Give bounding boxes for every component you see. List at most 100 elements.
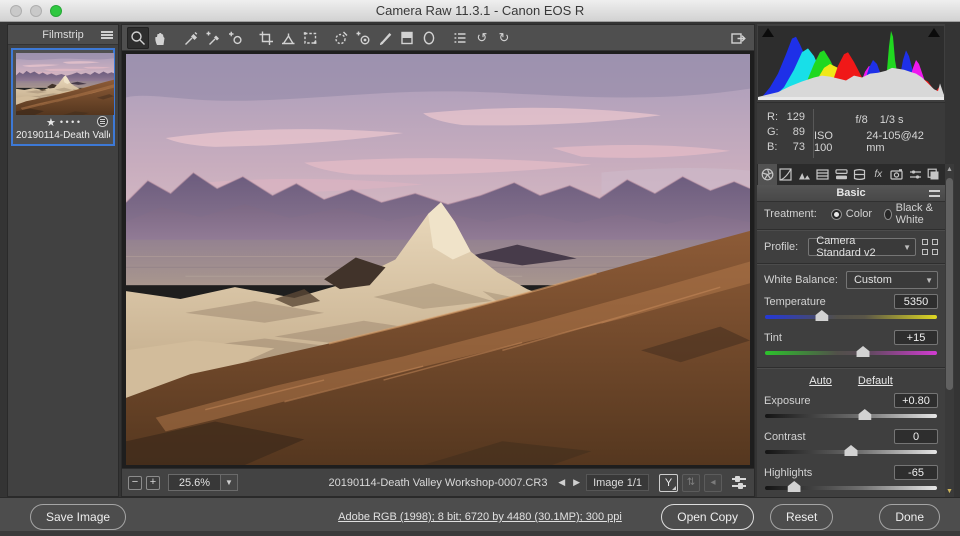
reset-button[interactable]: Reset [769,504,834,530]
shutter-value: 1/3 s [879,113,904,126]
tab-snapshots[interactable] [925,164,944,185]
tab-basic[interactable] [758,164,777,185]
panel-tabs: fx [757,164,945,185]
radial-filter-tool-icon[interactable] [418,27,440,49]
graduated-filter-tool-icon[interactable] [396,27,418,49]
white-balance-select[interactable]: Custom ▼ [845,271,938,289]
scroll-up-icon[interactable]: ▲ [945,166,954,173]
slider-track[interactable] [765,346,937,357]
tab-lens-corrections[interactable] [851,164,870,185]
thumbnail-caption: 20190114-Death Valle... [16,130,110,141]
title-bar[interactable]: Camera Raw 11.3.1 - Canon EOS R [0,0,960,22]
rating-row[interactable]: ★ • • • • [16,115,110,129]
zoom-in-button[interactable]: + [146,475,160,490]
contrast-slider: Contrast 0 [757,427,945,463]
copy-settings-button: ◂ [704,473,722,492]
minimize-window-icon [30,5,42,17]
slider-track[interactable] [765,310,937,321]
panel-menu-icon[interactable] [929,190,940,197]
previous-image-button[interactable]: ◀ [556,477,567,488]
treatment-label: Treatment: [764,208,817,220]
footer-bar: Save Image Adobe RGB (1998); 8 bit; 6720… [0,497,960,536]
close-window-icon [10,5,22,17]
slider-thumb[interactable] [787,481,801,492]
before-after-toggle-button[interactable]: Y [659,473,678,492]
done-button[interactable]: Done [879,504,940,530]
tab-tone-curve[interactable] [777,164,796,185]
chevron-down-icon: ▼ [925,275,933,285]
radio-off-icon[interactable] [884,208,892,220]
scrollbar-thumb[interactable] [946,178,953,390]
treatment-bw-radio[interactable]: Black & White [884,202,938,226]
adjustment-brush-tool-icon[interactable] [374,27,396,49]
red-eye-tool-icon[interactable] [352,27,374,49]
rotate-left-icon[interactable]: ↺ [471,27,493,49]
slider-thumb[interactable] [844,445,858,456]
scroll-down-icon[interactable]: ▼ [945,488,954,495]
slider-value-field[interactable]: -65 [894,465,938,480]
rotate-right-icon[interactable]: ↻ [493,27,515,49]
targeted-adjustment-tool-icon[interactable] [224,27,246,49]
thumbnail-image[interactable] [16,53,114,115]
preview-photo[interactable] [126,54,750,465]
white-balance-tool-icon[interactable] [180,27,202,49]
filmstrip-thumbnail[interactable]: ★ • • • • 20190114-Death Valle... [11,48,115,146]
treatment-color-radio[interactable]: Color [830,208,872,220]
zoom-window-icon[interactable] [50,5,62,17]
slider-thumb[interactable] [815,310,829,321]
slider-label: Contrast [764,430,806,443]
rgb-blue-row: B: 73 [767,141,805,153]
exif-info: f/8 1/3 s ISO 100 24-105@42 mm [814,103,945,164]
zoom-tool-icon[interactable] [127,26,149,49]
color-sampler-tool-icon[interactable] [202,27,224,49]
iso-value: ISO 100 [814,129,833,154]
slider-thumb[interactable] [856,346,870,357]
profile-row: Profile: Camera Standard v2 ▼ [757,234,945,260]
panel-scrollbar[interactable]: ▲ ▼ [945,164,954,497]
histogram-baseline [758,97,944,100]
tab-detail[interactable] [795,164,814,185]
chevron-down-icon: ▼ [903,242,911,252]
straighten-tool-icon[interactable] [277,27,299,49]
tab-hsl-adjustments[interactable] [814,164,833,185]
filmstrip-title: Filmstrip [42,28,84,41]
zoom-out-button[interactable]: − [128,475,142,490]
adjustments-panel: R: 129 G: 89 B: 73 f/8 1/3 s ISO 100 24-105@4… [757,24,945,497]
slider-value-field[interactable]: +15 [894,330,938,345]
hand-tool-icon[interactable] [149,27,171,49]
chevron-down-icon[interactable]: ▼ [220,474,238,491]
spot-removal-tool-icon[interactable] [330,27,352,49]
slider-thumb[interactable] [858,409,872,420]
slider-value-field[interactable]: 5350 [894,294,938,309]
slider-track[interactable] [765,409,937,420]
profile-browser-icon[interactable] [922,239,938,255]
fullscreen-toggle-icon[interactable] [727,27,749,49]
preferences-icon[interactable] [449,27,471,49]
next-image-button[interactable]: ▶ [571,477,582,488]
default-link[interactable]: Default [858,375,893,387]
preview-settings-icon[interactable] [730,474,748,492]
tab-presets[interactable] [906,164,925,185]
slider-value-field[interactable]: 0 [894,429,938,444]
star-icon[interactable]: ★ [46,116,56,129]
transform-tool-icon[interactable] [299,27,321,49]
star-dots[interactable]: • • • • [60,117,80,127]
zoom-level-value[interactable]: 25.6% [168,474,220,491]
rgb-green-row: G: 89 [767,126,805,138]
slider-track[interactable] [765,445,937,456]
slider-track[interactable] [765,481,937,492]
histogram[interactable] [758,26,944,100]
profile-select[interactable]: Camera Standard v2 ▼ [808,235,916,259]
tab-camera-calibration[interactable] [888,164,907,185]
open-copy-button[interactable]: Open Copy [661,504,754,530]
radio-on-icon[interactable] [830,208,842,220]
tab-effects[interactable]: fx [869,164,888,185]
image-canvas[interactable] [122,51,754,468]
crop-tool-icon[interactable] [255,27,277,49]
auto-link[interactable]: Auto [809,375,832,387]
zoom-level-select[interactable]: 25.6% ▼ [168,474,238,491]
filmstrip-menu-icon[interactable] [101,31,113,39]
lens-value: 24-105@42 mm [866,129,924,154]
tab-split-toning[interactable] [832,164,851,185]
slider-value-field[interactable]: +0.80 [894,393,938,408]
